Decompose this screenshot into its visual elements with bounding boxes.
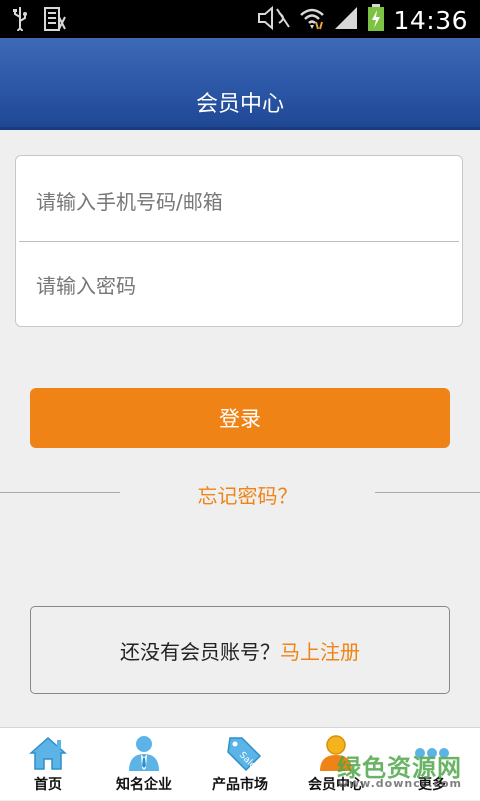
businessman-icon [124, 734, 164, 772]
nav-item-market[interactable]: Sale 产品市场 [192, 728, 288, 801]
usb-icon [12, 7, 28, 36]
register-prompt: 还没有会员账号？ [120, 639, 280, 664]
login-form-card [15, 155, 463, 327]
nav-item-companies[interactable]: 知名企业 [96, 728, 192, 801]
watermark-url: www.downcc.com [337, 777, 462, 790]
sim-icon [44, 7, 66, 36]
watermark: 绿色资源网 www.downcc.com [337, 748, 462, 790]
field-divider [19, 241, 459, 242]
login-button[interactable]: 登录 [30, 388, 450, 448]
divider-right [375, 492, 480, 493]
register-box: 还没有会员账号？ 马上注册 [30, 606, 450, 694]
account-input[interactable] [34, 181, 458, 223]
nav-item-home[interactable]: 首页 [0, 728, 96, 801]
home-icon [28, 734, 68, 772]
register-link[interactable]: 马上注册 [280, 636, 360, 665]
nav-label: 产品市场 [212, 777, 268, 793]
nav-label: 知名企业 [116, 777, 172, 793]
forgot-password-link[interactable]: 忘记密码？ [120, 480, 375, 509]
page-title: 会员中心 [195, 92, 284, 117]
battery-charging-icon [367, 4, 385, 37]
signal-icon [333, 5, 359, 36]
password-input[interactable] [34, 265, 458, 307]
mute-icon [257, 5, 291, 36]
clock-time: 14:36 [393, 6, 468, 35]
divider-left [0, 492, 120, 493]
wifi-icon [299, 5, 325, 36]
status-bar: 14:36 [0, 0, 480, 38]
sale-tag-icon: Sale [220, 734, 262, 772]
app-header: 会员中心 [0, 38, 480, 130]
nav-label: 首页 [34, 777, 62, 793]
